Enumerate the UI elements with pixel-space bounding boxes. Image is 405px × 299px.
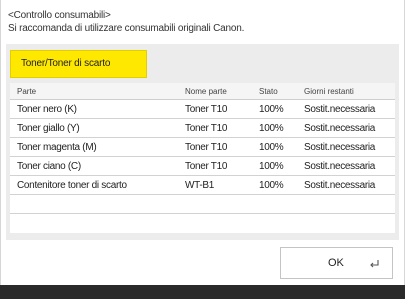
column-header-part: Parte: [17, 87, 37, 96]
cell-part-name: Toner T10: [185, 142, 228, 153]
footer-bar: [0, 285, 405, 299]
cell-part-name: Toner T10: [185, 161, 228, 172]
table-row: Toner magenta (M) Toner T10 100% Sostit.…: [10, 138, 395, 157]
cell-days-left: Sostit.necessaria: [304, 104, 376, 115]
cell-status: 100%: [259, 104, 284, 115]
ok-button[interactable]: OK: [280, 247, 393, 279]
cell-status: 100%: [259, 123, 284, 134]
page-title: <Controllo consumabili>: [8, 10, 111, 21]
cell-part: Toner magenta (M): [17, 142, 97, 153]
cell-days-left: Sostit.necessaria: [304, 123, 376, 134]
tab-toner[interactable]: Toner/Toner di scarto: [10, 50, 147, 78]
table-row: Contenitore toner di scarto WT-B1 100% S…: [10, 176, 395, 195]
table-row-empty: [10, 195, 395, 214]
consumables-table: Parte Nome parte Stato Giorni restanti T…: [10, 83, 395, 233]
cell-days-left: Sostit.necessaria: [304, 142, 376, 153]
column-header-status: Stato: [259, 87, 278, 96]
cell-part: Toner giallo (Y): [17, 123, 80, 134]
cell-part: Toner nero (K): [17, 104, 77, 115]
cell-part-name: Toner T10: [185, 123, 228, 134]
cell-part-name: WT-B1: [185, 180, 215, 191]
cell-part: Contenitore toner di scarto: [17, 180, 127, 191]
column-header-part-name: Nome parte: [185, 87, 227, 96]
enter-icon: [370, 260, 379, 268]
header: <Controllo consumabili> Si raccomanda di…: [8, 9, 398, 35]
cell-part: Toner ciano (C): [17, 161, 81, 172]
table-row: Toner giallo (Y) Toner T10 100% Sostit.n…: [10, 119, 395, 138]
cell-status: 100%: [259, 161, 284, 172]
cell-status: 100%: [259, 180, 284, 191]
ok-button-label: OK: [328, 257, 344, 269]
column-header-days-left: Giorni restanti: [304, 87, 354, 96]
table-row: Toner ciano (C) Toner T10 100% Sostit.ne…: [10, 157, 395, 176]
table-row: Toner nero (K) Toner T10 100% Sostit.nec…: [10, 100, 395, 119]
cell-days-left: Sostit.necessaria: [304, 180, 376, 191]
cell-status: 100%: [259, 142, 284, 153]
consumables-panel: Toner/Toner di scarto Parte Nome parte S…: [6, 44, 399, 240]
cell-days-left: Sostit.necessaria: [304, 161, 376, 172]
cell-part-name: Toner T10: [185, 104, 228, 115]
table-header: Parte Nome parte Stato Giorni restanti: [10, 83, 395, 100]
info-message: Si raccomanda di utilizzare consumabili …: [8, 23, 245, 34]
